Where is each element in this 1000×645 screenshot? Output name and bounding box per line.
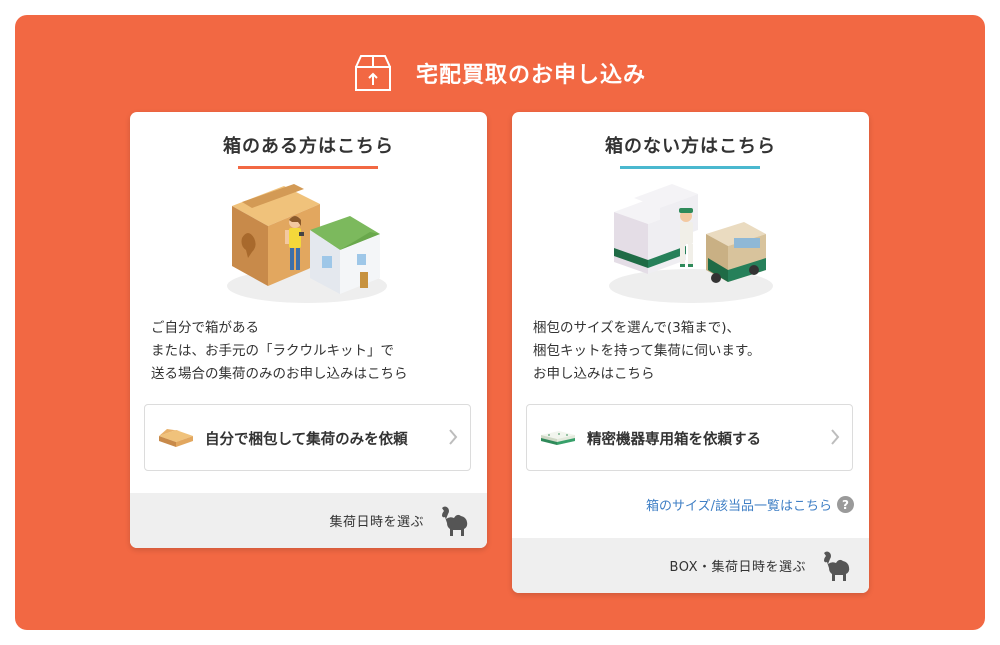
card-description: 梱包のサイズを選んで(3箱まで)、 梱包キットを持って集荷に伺います。 お申し込…	[533, 317, 853, 386]
card-with-box: 箱のある方はこちら ご自分で箱がある または、お手元の「ラクウルキット」で 送る…	[130, 112, 487, 548]
box-size-list-link[interactable]: 箱のサイズ/該当品一覧はこちら ?	[646, 495, 854, 514]
card-without-box: 箱のない方はこちら 梱包のサイズを選んで(3箱まで)、 梱包キットを持って集荷に…	[512, 112, 869, 593]
description-line: 梱包のサイズを選んで(3箱まで)、	[533, 320, 741, 336]
request-pickup-only-button[interactable]: 自分で梱包して集荷のみを依頼	[144, 404, 471, 471]
button-label: 精密機器専用箱を依頼する	[587, 432, 761, 448]
card-title: 箱のある方はこちら	[223, 136, 394, 157]
box-size-link-label: 箱のサイズ/該当品一覧はこちら	[646, 499, 832, 514]
chevron-right-icon	[831, 429, 840, 445]
chevron-right-icon	[449, 429, 458, 445]
help-question-icon: ?	[837, 496, 854, 513]
open-box-icon	[159, 429, 193, 447]
box-upload-icon	[354, 55, 391, 91]
title-underline	[238, 166, 378, 169]
card-description: ご自分で箱がある または、お手元の「ラクウルキット」で 送る場合の集荷のみのお申…	[151, 317, 471, 386]
description-line: または、お手元の「ラクウルキット」で	[151, 343, 394, 359]
select-pickup-datetime-footer[interactable]: 集荷日時を選ぶ	[130, 493, 487, 548]
camel-icon	[442, 506, 468, 536]
page-title: 宅配買取のお申し込み	[415, 63, 646, 88]
card-title: 箱のない方はこちら	[605, 136, 776, 157]
description-line: 送る場合の集荷のみのお申し込みはこちら	[151, 366, 408, 382]
title-underline	[620, 166, 760, 169]
boxes-truck-illustration	[609, 184, 773, 303]
description-line: 梱包キットを持って集荷に伺います。	[533, 343, 761, 359]
description-line: ご自分で箱がある	[151, 320, 259, 336]
page-header: 宅配買取のお申し込み	[15, 51, 985, 95]
precision-box-icon	[541, 431, 575, 445]
application-panel: 宅配買取のお申し込み 箱のある方はこちら ご自分で箱がある または、お手元の「ラ…	[15, 15, 985, 630]
select-box-pickup-datetime-footer[interactable]: BOX・集荷日時を選ぶ	[512, 538, 869, 593]
footer-label: BOX・集荷日時を選ぶ	[669, 560, 806, 575]
camel-icon	[824, 551, 850, 581]
footer-label: 集荷日時を選ぶ	[329, 515, 424, 530]
request-precision-box-button[interactable]: 精密機器専用箱を依頼する	[526, 404, 853, 471]
button-label: 自分で梱包して集荷のみを依頼	[205, 432, 408, 448]
box-house-illustration	[227, 184, 387, 303]
description-line: お申し込みはこちら	[533, 366, 655, 382]
